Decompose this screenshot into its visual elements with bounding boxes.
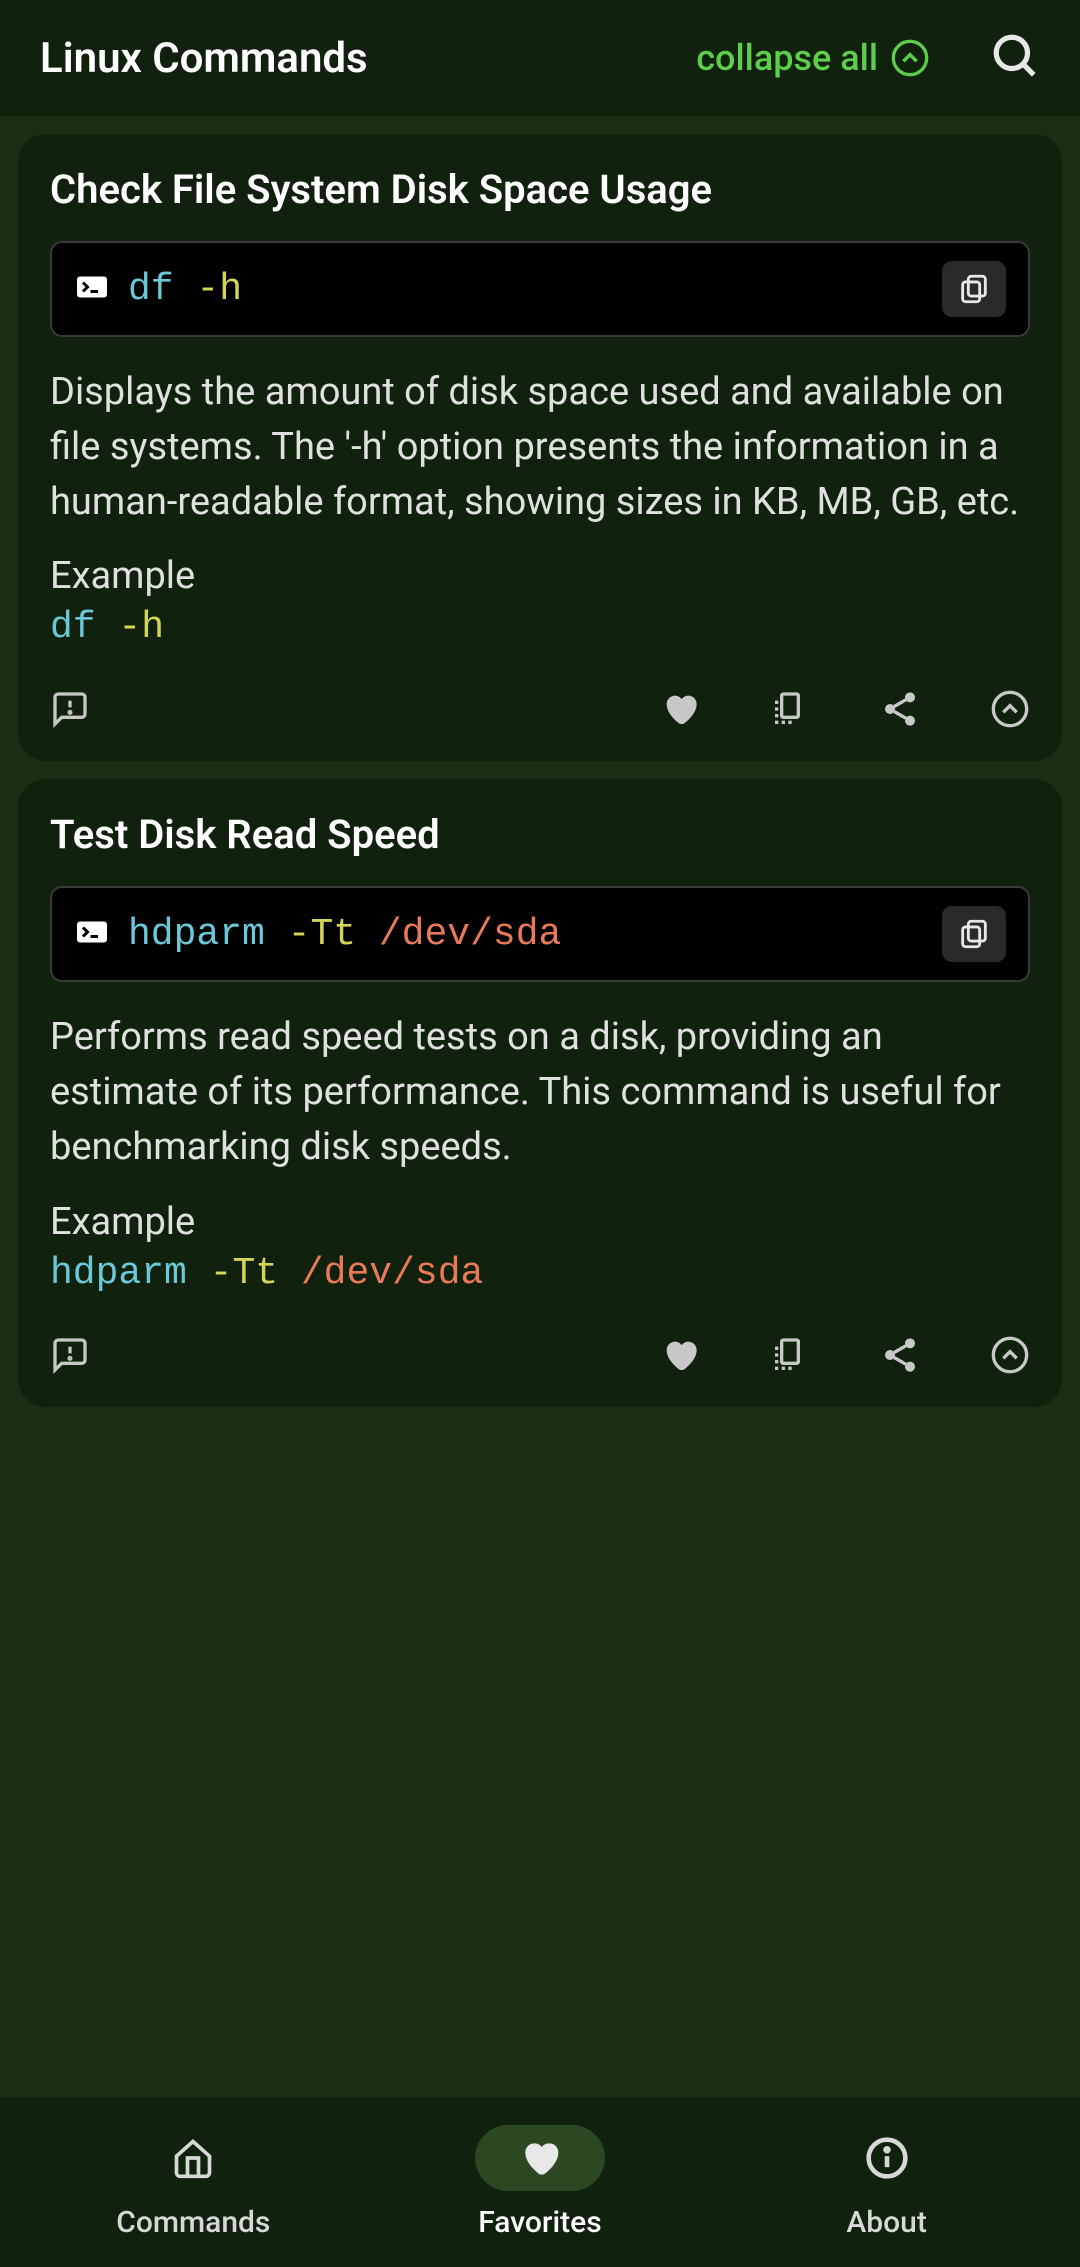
- card-title: Check File System Disk Space Usage: [50, 166, 1030, 213]
- nav-label: About: [846, 2205, 926, 2240]
- page-title: Linux Commands: [40, 34, 696, 83]
- favorite-button[interactable]: [660, 689, 700, 729]
- copy-button[interactable]: [942, 261, 1006, 317]
- example-cmd: df: [50, 606, 96, 649]
- search-icon: [990, 31, 1040, 81]
- example-code: df -h: [50, 606, 1030, 649]
- collapse-card-button[interactable]: [990, 689, 1030, 729]
- terminal-icon: [74, 269, 110, 309]
- chevron-up-circle-icon: [890, 38, 930, 78]
- app-header: Linux Commands collapse all: [0, 0, 1080, 116]
- command-card: Check File System Disk Space Usage df -h…: [18, 134, 1062, 761]
- bottom-nav: Commands Favorites About: [0, 2097, 1080, 2267]
- heart-icon: [660, 1335, 700, 1375]
- favorite-button[interactable]: [660, 1335, 700, 1375]
- code-block: df -h: [50, 241, 1030, 337]
- collapse-card-button[interactable]: [990, 1335, 1030, 1375]
- nav-favorites[interactable]: Favorites: [368, 2125, 711, 2240]
- code-cmd: hdparm: [128, 913, 265, 956]
- example-label: Example: [50, 1200, 1030, 1244]
- card-title: Test Disk Read Speed: [50, 811, 1030, 858]
- card-actions: [50, 681, 1030, 729]
- example-code: hdparm -Tt /dev/sda: [50, 1252, 1030, 1295]
- nav-commands[interactable]: Commands: [22, 2125, 365, 2240]
- share-button[interactable]: [880, 689, 920, 729]
- collapse-all-button[interactable]: collapse all: [696, 37, 930, 79]
- copy-all-button[interactable]: [770, 1335, 810, 1375]
- command-card: Test Disk Read Speed hdparm -Tt /dev/sda…: [18, 779, 1062, 1406]
- example-cmd: hdparm: [50, 1252, 187, 1295]
- card-description: Performs read speed tests on a disk, pro…: [50, 1010, 1030, 1175]
- home-icon: [171, 2136, 215, 2180]
- share-icon: [880, 689, 920, 729]
- copy-all-button[interactable]: [770, 689, 810, 729]
- code-opt: -h: [196, 268, 242, 311]
- share-icon: [880, 1335, 920, 1375]
- copy-button[interactable]: [942, 906, 1006, 962]
- example-label: Example: [50, 554, 1030, 598]
- example-arg: /dev/sda: [301, 1252, 483, 1295]
- search-button[interactable]: [990, 31, 1040, 85]
- chevron-up-circle-icon: [990, 1335, 1030, 1375]
- code-text: df -h: [128, 268, 924, 311]
- report-icon: [50, 1335, 90, 1375]
- content-area: Check File System Disk Space Usage df -h…: [0, 116, 1080, 2097]
- code-opt: -Tt: [288, 913, 356, 956]
- info-icon: [865, 2136, 909, 2180]
- report-icon: [50, 689, 90, 729]
- code-arg: /dev/sda: [379, 913, 561, 956]
- report-button[interactable]: [50, 1335, 90, 1375]
- card-actions: [50, 1327, 1030, 1375]
- card-description: Displays the amount of disk space used a…: [50, 365, 1030, 530]
- copy-icon: [957, 272, 991, 306]
- nav-about[interactable]: About: [715, 2125, 1058, 2240]
- collapse-all-label: collapse all: [696, 37, 878, 79]
- chevron-up-circle-icon: [990, 689, 1030, 729]
- heart-icon: [660, 689, 700, 729]
- terminal-icon: [74, 914, 110, 954]
- nav-label: Commands: [116, 2205, 270, 2240]
- example-opt: -h: [118, 606, 164, 649]
- copy-stack-icon: [770, 689, 810, 729]
- nav-label: Favorites: [478, 2205, 601, 2240]
- code-cmd: df: [128, 268, 174, 311]
- heart-icon: [518, 2136, 562, 2180]
- copy-icon: [957, 917, 991, 951]
- code-block: hdparm -Tt /dev/sda: [50, 886, 1030, 982]
- copy-stack-icon: [770, 1335, 810, 1375]
- example-opt: -Tt: [210, 1252, 278, 1295]
- share-button[interactable]: [880, 1335, 920, 1375]
- code-text: hdparm -Tt /dev/sda: [128, 913, 924, 956]
- report-button[interactable]: [50, 689, 90, 729]
